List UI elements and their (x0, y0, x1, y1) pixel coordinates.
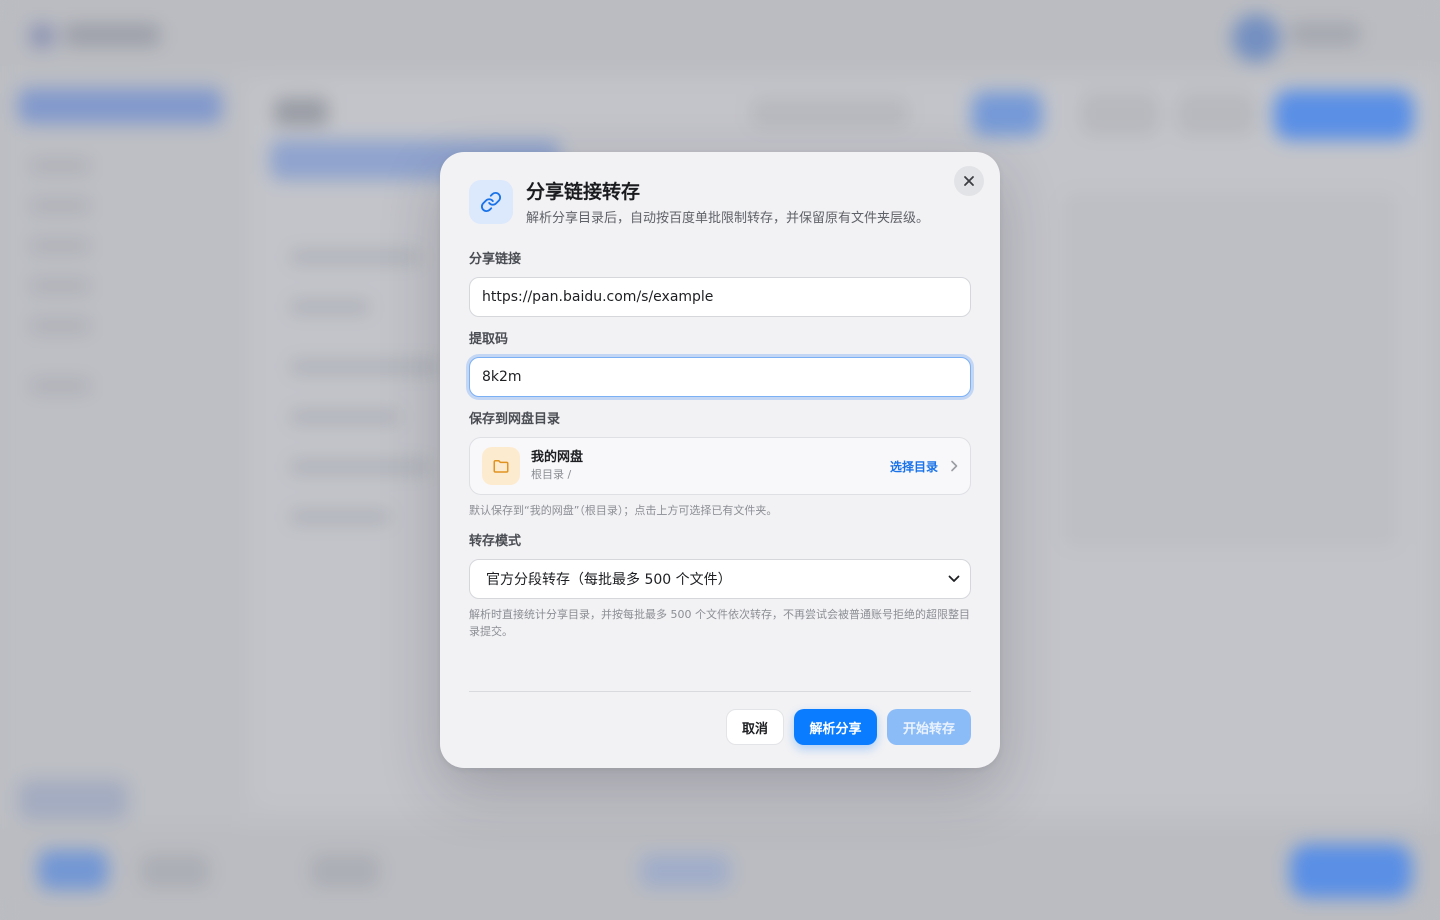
save-dir-label: 保存到网盘目录 (469, 412, 561, 427)
transfer-mode-hint: 解析时直接统计分享目录，并按每批最多 500 个文件依次转存，不再尝试会被普通账… (469, 608, 970, 638)
save-dir-name: 我的网盘 (531, 450, 584, 465)
header-icon-badge (469, 180, 513, 224)
chevron-right-icon (950, 460, 958, 472)
parse-share-button[interactable]: 解析分享 (794, 709, 877, 745)
save-dir-path: 根目录 / (531, 468, 572, 481)
dialog-title: 分享链接转存 (526, 181, 641, 203)
dialog-header: 分享链接转存 解析分享目录后，自动按百度单批限制转存，并保留原有文件夹层级。 (469, 180, 971, 228)
choose-dir-link[interactable]: 选择目录 (890, 458, 938, 475)
footer-divider (469, 691, 971, 692)
close-button[interactable] (954, 166, 984, 196)
transfer-mode-label: 转存模式 (469, 534, 522, 549)
start-transfer-button[interactable]: 开始转存 (887, 709, 971, 745)
extract-code-label: 提取码 (469, 332, 509, 347)
close-icon (964, 176, 974, 186)
extract-code-input[interactable] (469, 357, 971, 397)
save-dir-hint: 默认保存到“我的网盘”（根目录）；点击上方可选择已有文件夹。 (469, 504, 778, 517)
save-dir-picker[interactable]: 我的网盘 根目录 / 选择目录 (469, 437, 971, 495)
cancel-button[interactable]: 取消 (726, 709, 784, 745)
share-link-input[interactable] (469, 277, 971, 317)
folder-icon-badge (482, 447, 520, 485)
transfer-mode-select[interactable]: 官方分段转存（每批最多 500 个文件） (469, 559, 971, 599)
folder-icon (493, 460, 509, 473)
transfer-mode-value: 官方分段转存（每批最多 500 个文件） (486, 572, 732, 588)
dialog-subtitle: 解析分享目录后，自动按百度单批限制转存，并保留原有文件夹层级。 (526, 211, 930, 226)
link-icon (480, 191, 502, 213)
share-link-transfer-dialog: 分享链接转存 解析分享目录后，自动按百度单批限制转存，并保留原有文件夹层级。 分… (440, 152, 1000, 768)
share-link-label: 分享链接 (469, 252, 522, 267)
chevron-down-icon (948, 575, 960, 583)
